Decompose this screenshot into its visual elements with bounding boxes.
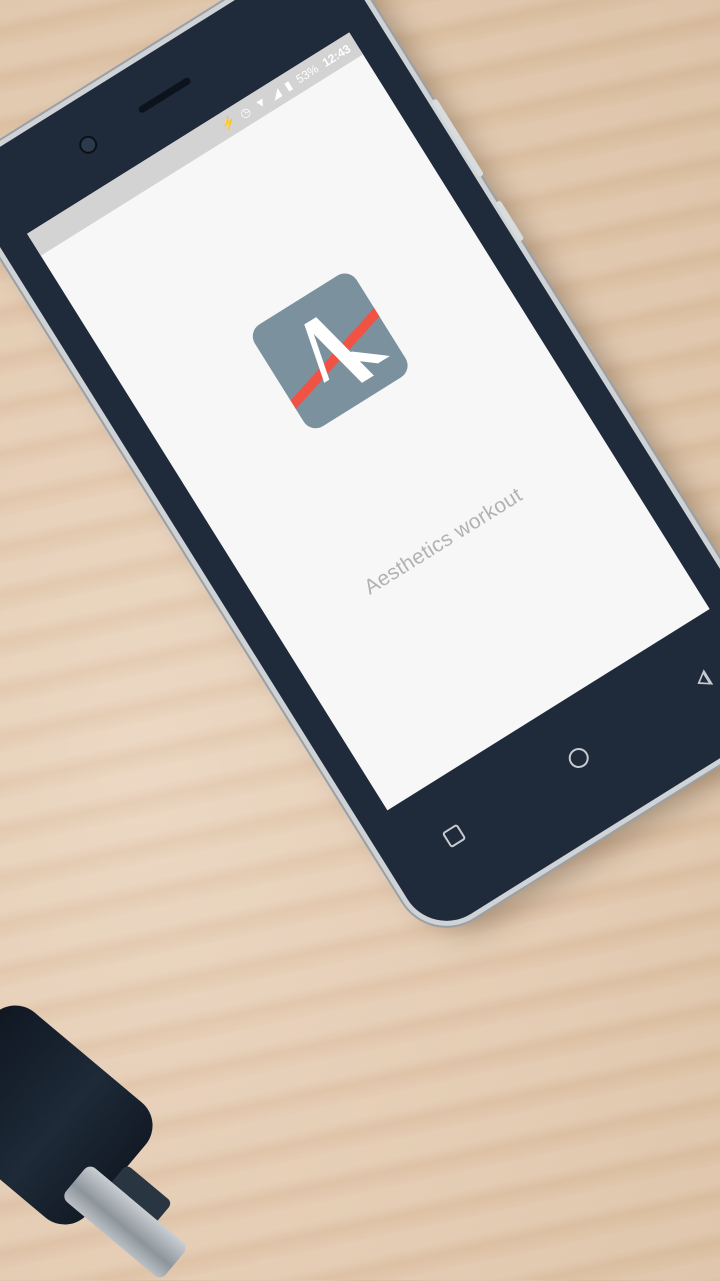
alarm-icon: ◷ <box>237 103 254 122</box>
circle-icon <box>564 744 593 772</box>
recent-apps-button[interactable] <box>421 803 487 869</box>
usb-icon: ⚡ <box>218 113 239 133</box>
front-camera <box>75 132 101 158</box>
square-icon <box>441 823 467 849</box>
phone-device: ⚡ ◷ ▼ ◢ ▮ 53% 12:43 Aesthetics workout <box>0 0 720 939</box>
app-logo <box>247 268 413 434</box>
app-name-label: Aesthetics workout <box>360 483 527 600</box>
volume-button[interactable] <box>431 98 485 178</box>
photo-background: ⚡ ◷ ▼ ◢ ▮ 53% 12:43 Aesthetics workout <box>0 0 720 1281</box>
earpiece-speaker <box>137 76 192 115</box>
back-triangle-icon <box>692 669 714 692</box>
battery-percent: 53% <box>293 61 322 87</box>
status-bar: ⚡ ◷ ▼ ◢ ▮ 53% 12:43 <box>27 32 364 256</box>
home-button[interactable] <box>546 725 612 791</box>
battery-icon: ▮ <box>281 78 295 94</box>
phone-screen: ⚡ ◷ ▼ ◢ ▮ 53% 12:43 Aesthetics workout <box>27 32 710 811</box>
wifi-icon: ▼ <box>252 93 270 113</box>
power-button[interactable] <box>494 199 525 243</box>
signal-icon: ◢ <box>268 85 284 103</box>
status-clock: 12:43 <box>319 41 354 70</box>
back-button[interactable] <box>670 647 720 713</box>
